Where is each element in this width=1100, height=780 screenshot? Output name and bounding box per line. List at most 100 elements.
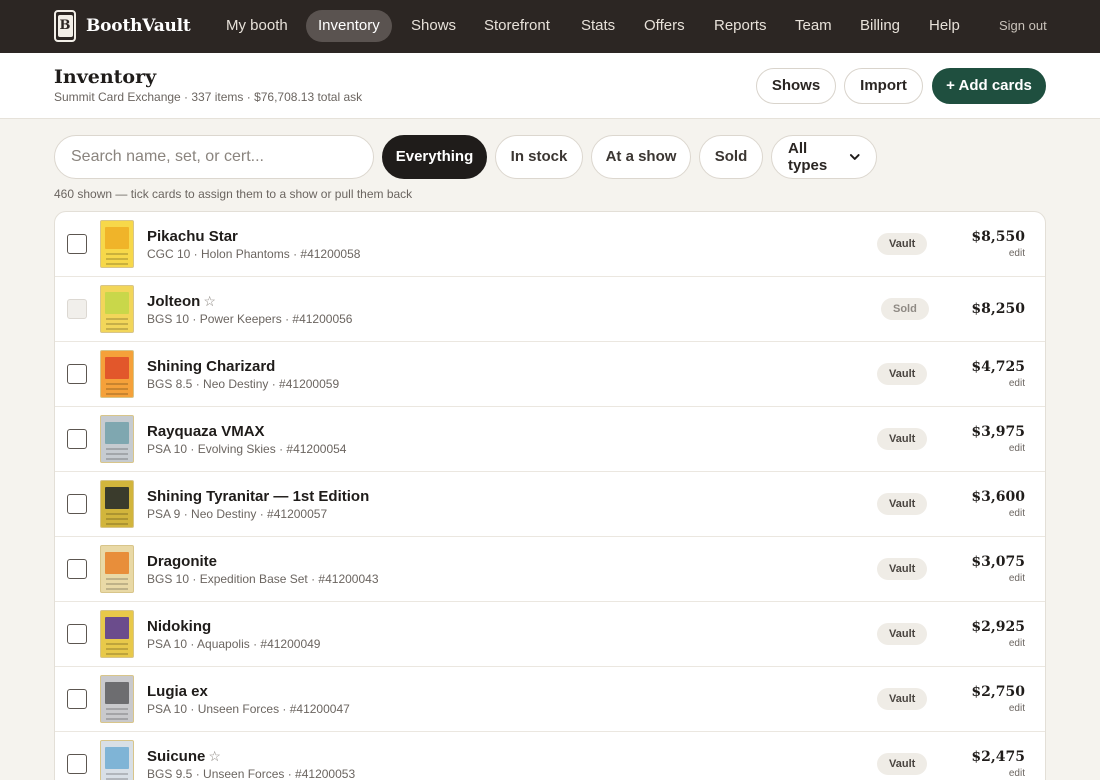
card-meta: PSA 10 · Evolving Skies · #41200054 [147, 442, 347, 456]
row-checkbox[interactable] [67, 754, 87, 774]
edit-price-link[interactable]: edit [1009, 768, 1025, 779]
card-name[interactable]: Jolteon ☆ [147, 293, 216, 310]
search-input[interactable] [54, 135, 374, 179]
edit-price-link[interactable]: edit [1009, 508, 1025, 519]
card-name-text: Rayquaza VMAX [147, 423, 265, 440]
chevron-down-icon [850, 154, 861, 160]
card-row[interactable]: Shining Tyranitar — 1st Edition PSA 9 · N… [55, 472, 1045, 537]
card-row[interactable]: Shining Charizard BGS 8.5 · Neo Destiny ·… [55, 342, 1045, 407]
card-name-text: Jolteon [147, 293, 201, 310]
page-title: Inventory [54, 66, 157, 88]
row-checkbox[interactable] [67, 624, 87, 644]
card-meta: BGS 10 · Expedition Base Set · #41200043 [147, 572, 379, 586]
row-checkbox[interactable] [67, 364, 87, 384]
edit-price-link[interactable]: edit [1009, 378, 1025, 389]
nav-item-shows[interactable]: Shows [399, 10, 468, 42]
card-row[interactable]: Jolteon ☆ BGS 10 · Power Keepers · #412000… [55, 277, 1045, 342]
nav-item-team[interactable]: Team [783, 10, 844, 42]
card-name[interactable]: Dragonite [147, 553, 217, 570]
card-name[interactable]: Lugia ex [147, 683, 208, 700]
card-thumbnail[interactable] [100, 610, 134, 658]
nav-item-offers[interactable]: Offers [632, 10, 697, 42]
card-price: $3,600 [971, 489, 1025, 505]
card-price: $3,975 [971, 424, 1025, 440]
filter-sold[interactable]: Sold [699, 135, 763, 179]
status-badge: Vault [877, 493, 928, 515]
nav-item-stats[interactable]: Stats [569, 10, 627, 42]
card-name-text: Dragonite [147, 553, 218, 570]
card-price: $2,925 [971, 619, 1025, 635]
card-thumbnail[interactable] [100, 220, 134, 268]
card-row[interactable]: Lugia ex PSA 10 · Unseen Forces · #412000… [55, 667, 1045, 732]
card-name[interactable]: Suicune ☆ [147, 748, 221, 765]
card-name-text: Suicune [147, 748, 206, 765]
status-badge: Vault [877, 623, 928, 645]
filter-in-stock[interactable]: In stock [495, 135, 583, 179]
results-hint: 460 shown — tick cards to assign them to… [54, 187, 413, 201]
card-thumbnail[interactable] [100, 545, 134, 593]
status-badge: Vault [877, 428, 928, 450]
top-nav: B BoothVault My booth Inventory Shows St… [0, 0, 1100, 53]
row-checkbox[interactable] [67, 494, 87, 514]
edit-price-link[interactable]: edit [1009, 638, 1025, 649]
card-meta: BGS 10 · Power Keepers · #41200056 [147, 312, 353, 326]
row-checkbox [67, 299, 87, 319]
card-row[interactable]: Pikachu Star CGC 10 · Holon Phantoms · #4… [55, 212, 1045, 277]
import-button[interactable]: Import [844, 68, 923, 104]
edit-price-link[interactable]: edit [1009, 248, 1025, 259]
card-meta: PSA 10 · Unseen Forces · #41200047 [147, 702, 350, 716]
row-checkbox[interactable] [67, 234, 87, 254]
card-thumbnail[interactable] [100, 285, 134, 333]
star-icon[interactable]: ☆ [208, 748, 221, 764]
card-name[interactable]: Rayquaza VMAX [147, 423, 265, 440]
shows-button[interactable]: Shows [756, 68, 836, 104]
card-name[interactable]: Nidoking [147, 618, 211, 635]
star-icon[interactable]: ☆ [203, 293, 216, 309]
nav-item-storefront[interactable]: Storefront [472, 10, 562, 42]
nav-item-my-booth[interactable]: My booth [214, 10, 300, 42]
nav-item-billing[interactable]: Billing [848, 10, 912, 42]
card-name-text: Shining Tyranitar — 1st Edition [147, 488, 370, 505]
card-thumbnail[interactable] [100, 740, 134, 780]
card-name[interactable]: Pikachu Star [147, 228, 238, 245]
card-thumbnail[interactable] [100, 350, 134, 398]
row-checkbox[interactable] [67, 429, 87, 449]
card-price: $3,075 [971, 554, 1025, 570]
nav-item-reports[interactable]: Reports [702, 10, 779, 42]
card-meta: CGC 10 · Holon Phantoms · #41200058 [147, 247, 361, 261]
row-checkbox[interactable] [67, 559, 87, 579]
status-badge: Vault [877, 753, 928, 775]
logo-letter: B [57, 15, 73, 37]
filter-at-a-show[interactable]: At a show [591, 135, 691, 179]
card-name[interactable]: Shining Tyranitar — 1st Edition [147, 488, 369, 505]
card-meta: BGS 8.5 · Neo Destiny · #41200059 [147, 377, 340, 391]
page-header: Inventory Summit Card Exchange · 337 ite… [0, 53, 1100, 119]
type-select[interactable]: All types [771, 135, 877, 179]
nav-item-help[interactable]: Help [917, 10, 972, 42]
card-thumbnail[interactable] [100, 415, 134, 463]
nav-item-inventory[interactable]: Inventory [306, 10, 392, 42]
edit-price-link[interactable]: edit [1009, 443, 1025, 454]
edit-price-link[interactable]: edit [1009, 703, 1025, 714]
card-name[interactable]: Shining Charizard [147, 358, 275, 375]
filter-everything[interactable]: Everything [382, 135, 487, 179]
card-meta: PSA 9 · Neo Destiny · #41200057 [147, 507, 328, 521]
status-badge: Vault [877, 688, 928, 710]
edit-price-link[interactable]: edit [1009, 573, 1025, 584]
card-row[interactable]: Suicune ☆ BGS 9.5 · Unseen Forces · #41200… [55, 732, 1045, 780]
card-thumbnail[interactable] [100, 675, 134, 723]
row-checkbox[interactable] [67, 689, 87, 709]
card-row[interactable]: Rayquaza VMAX PSA 10 · Evolving Skies · #… [55, 407, 1045, 472]
page-subtitle: Summit Card Exchange · 337 items · $76,7… [54, 90, 363, 104]
brand-name: BoothVault [86, 16, 191, 36]
card-row[interactable]: Nidoking PSA 10 · Aquapolis · #41200049 Va… [55, 602, 1045, 667]
card-price: $2,475 [971, 749, 1025, 765]
card-meta: BGS 9.5 · Unseen Forces · #41200053 [147, 767, 356, 780]
sign-out-link[interactable]: Sign out [999, 18, 1047, 33]
type-select-value: All types [788, 140, 828, 174]
card-thumbnail[interactable] [100, 480, 134, 528]
status-badge: Vault [877, 363, 928, 385]
add-cards-button[interactable]: + Add cards [932, 68, 1046, 104]
brand[interactable]: B BoothVault [54, 10, 191, 42]
card-row[interactable]: Dragonite BGS 10 · Expedition Base Set · … [55, 537, 1045, 602]
